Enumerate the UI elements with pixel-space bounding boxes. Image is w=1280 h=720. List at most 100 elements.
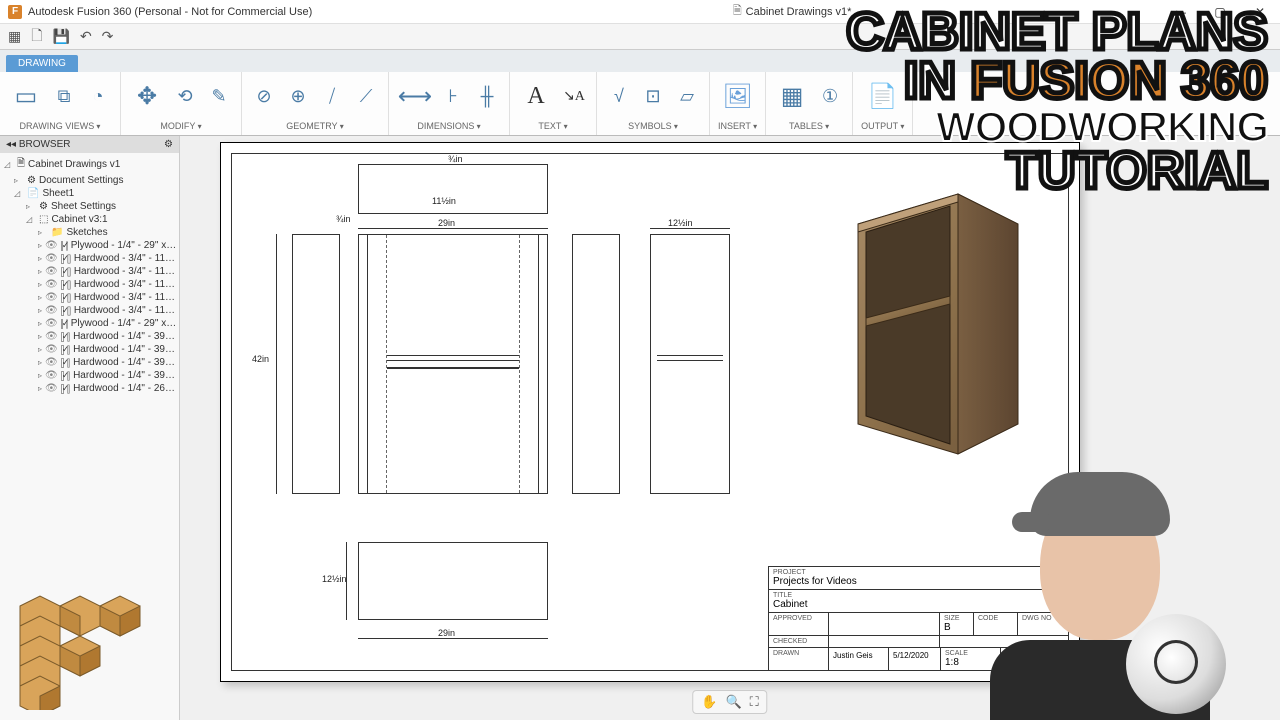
browser-header[interactable]: ◂◂ BROWSER ⚙ [0, 136, 179, 153]
section-view-icon[interactable]: ◔ [84, 82, 112, 110]
overlay-line3: WOODWORKING [846, 107, 1268, 147]
window-title: Autodesk Fusion 360 (Personal - Not for … [28, 6, 312, 18]
titleblock-drawn-by: Justin Geis [833, 651, 873, 660]
view-side-right[interactable] [572, 234, 620, 494]
surface-icon[interactable]: √ [605, 82, 633, 110]
centerline-icon[interactable]: ⊘ [250, 82, 278, 110]
tree-body-item[interactable]: ▹👁 Hardwood - 1/4" - 39… [2, 356, 177, 369]
view-3d-render[interactable] [818, 184, 1038, 464]
image-icon[interactable]: 🖼 [720, 78, 756, 114]
ribbon-label: TEXT [538, 121, 567, 131]
leader-icon[interactable]: ↘A [560, 82, 588, 110]
tree-sheet-settings[interactable]: ▹⚙ Sheet Settings [2, 200, 177, 213]
view-front[interactable] [358, 234, 548, 494]
ribbon-label: DIMENSIONS [417, 121, 480, 131]
dim-width: 29in [438, 218, 455, 228]
tree-body-item[interactable]: ▹👁 Plywood - 1/4" - 29" x… [2, 239, 177, 252]
save-icon[interactable]: 💾 [53, 28, 70, 45]
ribbon-group-drawing-views: ▭ ⧉ ◔ DRAWING VIEWS [0, 72, 121, 135]
tree-body-item[interactable]: ▹👁 Hardwood - 3/4" - 11… [2, 291, 177, 304]
ribbon-label: MODIFY [160, 121, 201, 131]
ribbon-group-tables: ▦ ① TABLES [766, 72, 853, 135]
ribbon-group-insert: 🖼 INSERT [710, 72, 766, 135]
gdtol-icon[interactable]: ⊡ [639, 82, 667, 110]
ribbon-label: TABLES [789, 121, 829, 131]
dim-shelf: ¾in [336, 214, 351, 224]
tree-body-item[interactable]: ▹👁 Hardwood - 1/4" - 39… [2, 369, 177, 382]
datum-icon[interactable]: ▱ [673, 82, 701, 110]
browser-tree: ◿🗎 Cabinet Drawings v1 ▹⚙ Document Setti… [0, 153, 179, 397]
edge2-icon[interactable]: ⟋ [352, 82, 380, 110]
move-icon[interactable]: ✥ [129, 78, 165, 114]
balloon-icon[interactable]: ① [816, 82, 844, 110]
dim-depth: 12½in [668, 218, 693, 228]
tree-body-item[interactable]: ▹👁 Plywood - 1/4" - 29" x… [2, 317, 177, 330]
tree-sheet[interactable]: ◿📄 Sheet1 [2, 187, 177, 200]
titleblock-date: 5/12/2020 [893, 651, 929, 660]
titleblock-title: Cabinet [773, 599, 807, 610]
zoom-icon[interactable]: 🔍 [725, 694, 741, 710]
view-bottom[interactable] [358, 542, 548, 620]
tab-drawing[interactable]: DRAWING [6, 55, 78, 72]
edge-icon[interactable]: ⧸ [318, 82, 346, 110]
ribbon-group-text: A ↘A TEXT [510, 72, 597, 135]
dim-face: ¾in [448, 154, 463, 164]
tree-root[interactable]: ◿🗎 Cabinet Drawings v1 [2, 155, 177, 174]
sheet-border: 42in 29in 11½in ¾in ¾in 12½in 12½in 29in [231, 153, 1069, 671]
ribbon-label: SYMBOLS [628, 121, 678, 131]
tree-body-item[interactable]: ▹👁 Hardwood - 3/4" - 11… [2, 278, 177, 291]
tree-doc-settings[interactable]: ▹⚙ Document Settings [2, 174, 177, 187]
ribbon-group-symbols: √ ⊡ ▱ SYMBOLS [597, 72, 710, 135]
undo-icon[interactable]: ↶ [80, 28, 92, 45]
tree-component[interactable]: ◿⬚ Cabinet v3:1 [2, 213, 177, 226]
dim-depth-top: 11½in [432, 196, 456, 206]
dimension-icon[interactable]: ⟷ [397, 78, 433, 114]
overlay-title: CABINET PLANS IN FUSION 360 WOODWORKING … [846, 8, 1268, 196]
fit-icon[interactable]: ⛶ [750, 694, 759, 710]
dim-bottom-depth: 12½in [322, 574, 347, 584]
view-top[interactable] [358, 164, 548, 214]
overlay-fusion-logo [10, 570, 150, 710]
navigation-bar: ✋ 🔍 ⛶ [692, 690, 767, 714]
ribbon-group-geometry: ⊘ ⊕ ⧸ ⟋ GEOMETRY [242, 72, 389, 135]
pan-icon[interactable]: ✋ [701, 694, 717, 710]
overlay-line4: TUTORIAL [846, 147, 1268, 196]
view-depth[interactable] [650, 234, 730, 494]
browser-gear-icon[interactable]: ⚙ [164, 139, 173, 150]
ordinate-icon[interactable]: ⊦ [439, 82, 467, 110]
projected-view-icon[interactable]: ⧉ [50, 82, 78, 110]
document-title-center[interactable]: 🗎 Cabinet Drawings v1* [733, 2, 852, 21]
redo-icon[interactable]: ↷ [102, 28, 114, 45]
dim-height: 42in [252, 354, 269, 364]
drawing-sheet: 42in 29in 11½in ¾in ¾in 12½in 12½in 29in [220, 142, 1080, 682]
tree-body-item[interactable]: ▹👁 Hardwood - 3/4" - 11… [2, 265, 177, 278]
table-icon[interactable]: ▦ [774, 78, 810, 114]
base-view-icon[interactable]: ▭ [8, 78, 44, 114]
overlay-presenter [960, 460, 1240, 720]
rotate-icon[interactable]: ⟲ [171, 82, 199, 110]
centermark-icon[interactable]: ⊕ [284, 82, 312, 110]
tree-sketches[interactable]: ▹📁 Sketches [2, 226, 177, 239]
text-icon[interactable]: A [518, 78, 554, 114]
file-icon[interactable]: 🗋 [31, 25, 42, 49]
ribbon-label: INSERT [718, 121, 757, 131]
delete-icon[interactable]: ✎ [205, 82, 233, 110]
tree-body-item[interactable]: ▹👁 Hardwood - 1/4" - 39… [2, 343, 177, 356]
ribbon-label: DRAWING VIEWS [20, 121, 101, 131]
dim-bottom-width: 29in [438, 628, 455, 638]
overlay-microphone [1126, 614, 1226, 714]
fusion-app-icon: F [8, 5, 22, 19]
view-side-left[interactable] [292, 234, 340, 494]
titleblock-project: Projects for Videos [773, 576, 857, 587]
tree-body-item[interactable]: ▹👁 Hardwood - 1/4" - 39… [2, 330, 177, 343]
document-name: Cabinet Drawings v1* [746, 6, 852, 18]
baseline-icon[interactable]: ╫ [473, 82, 501, 110]
document-icon: 🗎 [733, 2, 742, 21]
tree-body-item[interactable]: ▹👁 Hardwood - 3/4" - 11… [2, 252, 177, 265]
grid-icon[interactable]: ▦ [8, 28, 21, 45]
tree-body-item[interactable]: ▹👁 Hardwood - 1/4" - 26… [2, 382, 177, 395]
overlay-line1: CABINET PLANS [846, 8, 1268, 57]
ribbon-group-modify: ✥ ⟲ ✎ MODIFY [121, 72, 242, 135]
ribbon-label: GEOMETRY [286, 121, 344, 131]
tree-body-item[interactable]: ▹👁 Hardwood - 3/4" - 11… [2, 304, 177, 317]
